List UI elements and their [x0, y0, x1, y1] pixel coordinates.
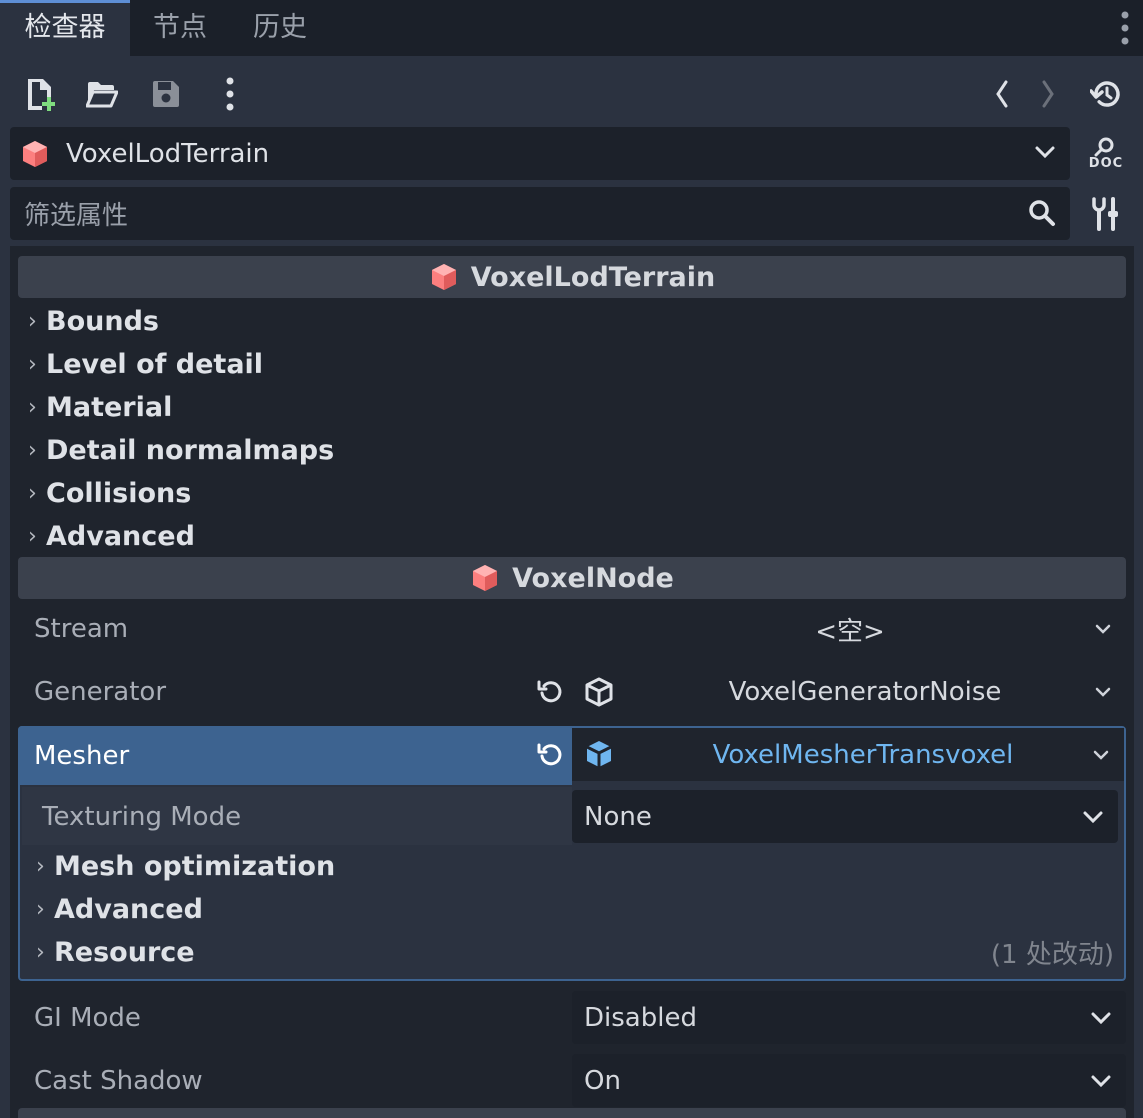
group-advanced[interactable]: › Advanced — [28, 516, 195, 556]
dock-menu-icon[interactable] — [1110, 6, 1140, 50]
section-header-voxelnode: VoxelNode — [18, 557, 1126, 599]
new-resource-icon[interactable] — [18, 72, 62, 116]
texturing-mode-dropdown[interactable]: None — [572, 790, 1118, 843]
object-history-icon[interactable] — [1084, 72, 1128, 116]
group-level-of-detail[interactable]: › Level of detail — [28, 344, 263, 384]
chevron-down-icon — [1034, 141, 1056, 167]
generator-value: VoxelGeneratorNoise — [728, 677, 1002, 707]
chevron-right-icon: › — [28, 308, 37, 334]
revert-icon[interactable] — [532, 737, 568, 773]
search-icon — [1028, 199, 1056, 231]
doc-label: DOC — [1088, 156, 1124, 171]
chevron-down-icon — [1095, 624, 1111, 634]
chevron-right-icon: › — [28, 394, 37, 420]
section-title: VoxelLodTerrain — [470, 261, 716, 293]
chevron-right-icon: › — [28, 523, 37, 549]
history-forward-icon[interactable] — [1030, 72, 1066, 116]
property-label-mesher[interactable]: Mesher — [18, 726, 572, 785]
section-title: VoxelNode — [512, 562, 674, 594]
stream-value: <空> — [815, 616, 885, 647]
generator-resource-picker[interactable]: VoxelGeneratorNoise — [574, 667, 1126, 717]
object-selector[interactable]: VoxelLodTerrain — [10, 127, 1070, 180]
cast-shadow-value: On — [584, 1065, 621, 1096]
resource-cube-icon — [586, 741, 612, 767]
group-mesher-advanced[interactable]: › Advanced — [36, 889, 203, 929]
chevron-down-icon — [1083, 811, 1103, 823]
section-header-voxellodterrain: VoxelLodTerrain — [18, 256, 1126, 298]
group-resource[interactable]: › Resource — [36, 932, 195, 972]
resource-changes-count: (1 处改动) — [990, 939, 1114, 970]
cast-shadow-dropdown[interactable]: On — [572, 1054, 1126, 1107]
save-icon[interactable] — [144, 72, 188, 116]
property-label-texturing-mode: Texturing Mode — [42, 802, 242, 832]
tab-inspector[interactable]: 检查器 — [0, 0, 130, 56]
group-detail-normalmaps[interactable]: › Detail normalmaps — [28, 430, 334, 470]
group-collisions[interactable]: › Collisions — [28, 473, 191, 513]
filter-placeholder: 筛选属性 — [24, 201, 129, 231]
texturing-mode-value: None — [584, 801, 652, 832]
chevron-down-icon — [1091, 1012, 1111, 1024]
group-bounds[interactable]: › Bounds — [28, 301, 159, 341]
chevron-right-icon: › — [28, 351, 37, 377]
chevron-right-icon: › — [28, 480, 37, 506]
group-mesh-optimization[interactable]: › Mesh optimization — [36, 846, 335, 886]
chevron-down-icon — [1093, 750, 1109, 760]
group-material[interactable]: › Material — [28, 387, 172, 427]
doc-help-button[interactable]: DOC — [1082, 128, 1130, 180]
more-icon[interactable] — [212, 72, 248, 116]
filter-properties-field[interactable]: 筛选属性 — [10, 187, 1070, 240]
gi-mode-dropdown[interactable]: Disabled — [572, 991, 1126, 1044]
open-folder-icon[interactable] — [80, 72, 124, 116]
gi-mode-value: Disabled — [584, 1002, 697, 1033]
mesher-value: VoxelMesherTransvoxel — [712, 739, 1014, 770]
tab-node[interactable]: 节点 — [130, 0, 230, 56]
dock-tab-bar: 检查器 节点 历史 — [0, 0, 1143, 56]
resource-cube-icon — [585, 677, 613, 707]
property-label-generator: Generator — [34, 677, 167, 707]
chevron-down-icon — [1095, 687, 1111, 697]
chevron-right-icon: › — [36, 896, 45, 922]
doc-search-icon — [1094, 137, 1114, 157]
history-back-icon[interactable] — [984, 72, 1020, 116]
property-label-cast-shadow: Cast Shadow — [34, 1066, 203, 1096]
object-selector-label: VoxelLodTerrain — [66, 138, 270, 169]
chevron-right-icon: › — [28, 437, 37, 463]
property-label-gi-mode: GI Mode — [34, 1003, 141, 1033]
voxel-lod-terrain-node-icon — [20, 139, 50, 173]
next-section-header — [18, 1108, 1126, 1118]
chevron-right-icon: › — [36, 939, 45, 965]
chevron-down-icon — [1091, 1075, 1111, 1087]
revert-icon[interactable] — [532, 674, 568, 710]
tab-history[interactable]: 历史 — [230, 0, 330, 56]
voxel-node-class-icon — [473, 565, 498, 591]
stream-resource-picker[interactable]: <空> — [574, 604, 1126, 654]
property-label-stream: Stream — [34, 614, 129, 644]
chevron-right-icon: › — [36, 853, 45, 879]
voxel-lod-terrain-class-icon — [431, 264, 456, 290]
mesher-resource-picker[interactable]: VoxelMesherTransvoxel — [572, 728, 1124, 781]
tools-icon[interactable] — [1082, 188, 1130, 240]
